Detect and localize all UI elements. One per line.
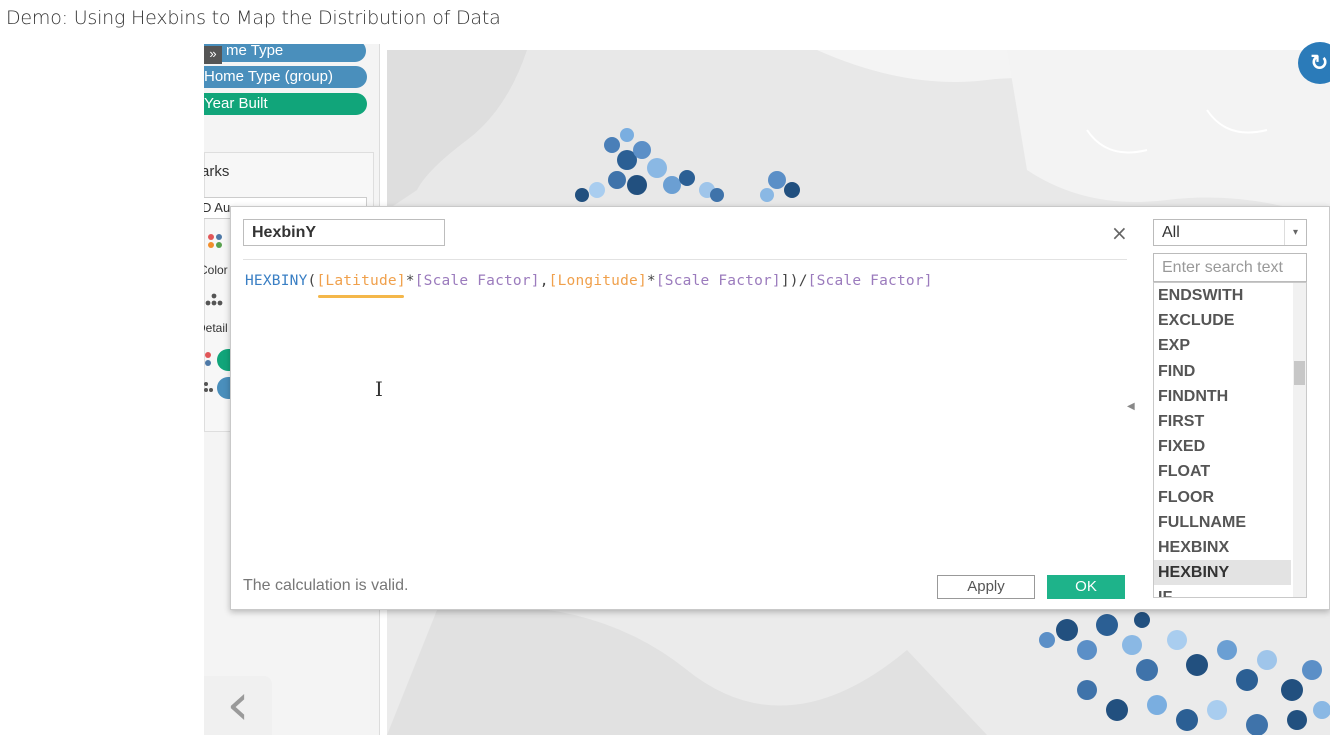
marks-card-title: arks (204, 163, 230, 180)
function-search-input[interactable] (1153, 253, 1307, 282)
function-item[interactable]: FULLNAME (1154, 510, 1291, 535)
formula-operator: * (646, 273, 656, 289)
formula-operator: * (405, 273, 415, 289)
formula-close-divide: ])/ (780, 273, 808, 289)
hexbin-cluster-south (1039, 612, 1330, 735)
pill-home-type-group[interactable]: Home Type (group) (204, 66, 367, 88)
function-item-selected[interactable]: HEXBINY (1154, 560, 1291, 586)
function-item[interactable]: FIRST (1154, 409, 1291, 434)
formula-field-latitude-text: [Latitude] (316, 273, 406, 289)
color-shelf-icon (204, 351, 213, 370)
color-label: Color (204, 263, 228, 277)
text-cursor-icon: I (375, 377, 383, 401)
function-item[interactable]: FLOOR (1154, 485, 1291, 510)
function-category-value: All (1162, 224, 1180, 241)
formula-field-latitude: [Latitude] (316, 273, 406, 298)
scrollbar-thumb[interactable] (1294, 361, 1305, 385)
back-arrow-button[interactable]: ‹ (204, 675, 272, 735)
formula-parameter-scale-factor: [Scale Factor] (655, 273, 781, 289)
function-panel: All ▾ ENDSWITH EXCLUDE EXP FIND FINDNTH … (1151, 219, 1311, 599)
pill-home-type[interactable]: me Type (204, 44, 366, 62)
function-item[interactable]: EXCLUDE (1154, 308, 1291, 333)
chevron-down-icon[interactable]: ▾ (1284, 220, 1306, 245)
ok-button[interactable]: OK (1047, 575, 1125, 599)
function-category-select[interactable]: All ▾ (1153, 219, 1307, 246)
formula-comma: , (539, 273, 549, 289)
formula-parameter-scale-factor: [Scale Factor] (807, 273, 933, 289)
calculation-name-field[interactable]: HexbinY (243, 219, 445, 246)
calculation-dialog: HexbinY × HEXBINY([Latitude] *[Scale Fact… (230, 206, 1330, 610)
formula-function: HEXBINY (245, 273, 308, 289)
detail-label: Detail (204, 321, 228, 335)
close-icon[interactable]: × (1111, 221, 1128, 245)
function-item[interactable]: FINDNTH (1154, 384, 1291, 409)
formula-field-longitude: [Longitude] (548, 273, 647, 289)
splitter-arrow-icon[interactable]: ◀ (1127, 401, 1135, 412)
function-item[interactable]: IF (1154, 585, 1291, 597)
field-highlight-underline (318, 295, 404, 298)
function-list-scrollbar[interactable] (1293, 283, 1306, 597)
function-item[interactable]: ENDSWITH (1154, 283, 1291, 308)
color-icon[interactable] (207, 233, 225, 252)
function-item[interactable]: HEXBINX (1154, 535, 1291, 560)
function-item[interactable]: FLOAT (1154, 459, 1291, 484)
function-item[interactable]: EXP (1154, 333, 1291, 358)
detail-icon[interactable] (205, 293, 223, 310)
function-item[interactable]: FIXED (1154, 434, 1291, 459)
formula-editor[interactable]: HEXBINY([Latitude] *[Scale Factor],[Longi… (245, 273, 933, 298)
apply-button[interactable]: Apply (937, 575, 1035, 599)
function-item[interactable]: FIND (1154, 359, 1291, 384)
dialog-divider (243, 259, 1127, 260)
validation-status: The calculation is valid. (243, 577, 409, 594)
collapse-panel-button[interactable]: » (204, 46, 222, 64)
detail-shelf-icon (204, 381, 213, 396)
page-title: Demo: Using Hexbins to Map the Distribut… (6, 7, 501, 29)
function-list[interactable]: ENDSWITH EXCLUDE EXP FIND FINDNTH FIRST … (1153, 282, 1307, 598)
formula-parameter-scale-factor: [Scale Factor] (414, 273, 540, 289)
pill-year-built[interactable]: Year Built (204, 93, 367, 115)
